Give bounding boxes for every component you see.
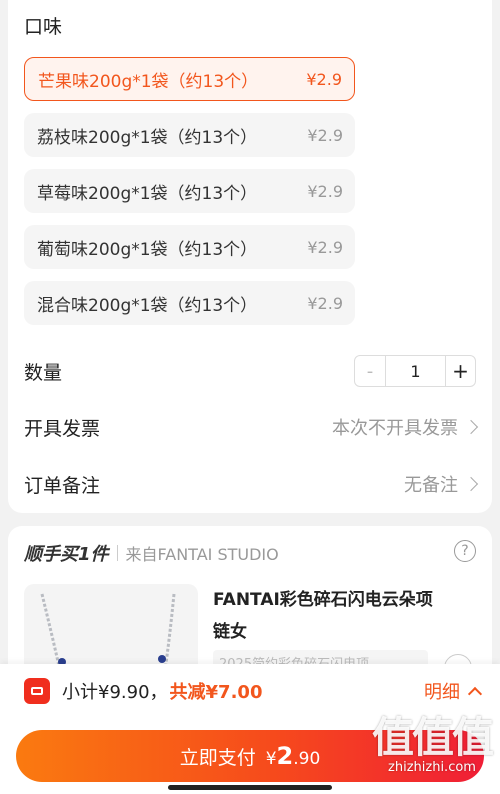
flavor-option-name: 葡萄味200g*1袋（约13个） [37,239,258,260]
home-indicator[interactable] [168,785,332,790]
order-summary: 小计¥9.90， 共减¥7.00 [24,678,262,704]
quantity-row: 数量 - 1 + [24,351,476,391]
addon-title: 顺手买1件 [24,544,109,565]
quantity-stepper: - 1 + [354,355,476,387]
divider [116,545,118,561]
invoice-value: 本次不开具发票 [332,418,458,439]
chevron-right-icon [463,419,479,435]
flavor-option-price: ¥2.9 [307,181,343,201]
order-note-label: 订单备注 [24,474,101,497]
flavor-option-price: ¥2.9 [306,69,342,89]
chevron-up-icon [467,686,483,702]
quantity-label: 数量 [24,361,63,384]
flavor-option-grape[interactable]: 葡萄味200g*1袋（约13个） ¥2.9 [24,225,355,269]
flavor-option-price: ¥2.9 [307,237,343,257]
pay-amount: ¥2.90 [265,742,321,770]
flavor-option-name: 草莓味200g*1袋（约13个） [37,183,258,204]
site-watermark: 值值值 zhizhizhi.com [371,713,494,776]
order-options-card: 口味 芒果味200g*1袋（约13个） ¥2.9 荔枝味200g*1袋（约13个… [8,0,492,513]
decrease-button[interactable]: - [355,356,385,386]
detail-toggle[interactable]: 明细 [424,678,483,704]
pay-label: 立即支付 [179,746,256,769]
addon-source: 来自FANTAI STUDIO [125,545,279,564]
flavor-option-price: ¥2.9 [307,125,343,145]
flavor-option-name: 芒果味200g*1袋（约13个） [38,71,259,92]
help-icon[interactable]: ? [454,540,476,562]
flavor-option-name: 荔枝味200g*1袋（约13个） [37,127,258,148]
flavor-option-name: 混合味200g*1袋（约13个） [37,295,258,316]
order-note-row[interactable]: 订单备注 无备注 [24,464,479,504]
watermark-logo: 值值值 [371,713,494,762]
flavor-option-mixed[interactable]: 混合味200g*1袋（约13个） ¥2.9 [24,281,355,325]
flavor-option-lychee[interactable]: 荔枝味200g*1袋（约13个） ¥2.9 [24,113,355,157]
discount-text: 共减¥7.00 [169,682,263,703]
subtotal-text: 小计¥9.90， [62,682,168,703]
flavor-label: 口味 [24,16,63,38]
flavor-option-strawberry[interactable]: 草莓味200g*1袋（约13个） ¥2.9 [24,169,355,213]
chevron-right-icon [463,476,479,492]
watermark-url: zhizhizhi.com [388,760,476,775]
flavor-option-mango[interactable]: 芒果味200g*1袋（约13个） ¥2.9 [24,57,355,101]
invoice-row[interactable]: 开具发票 本次不开具发票 [24,407,479,447]
quantity-input[interactable]: 1 [385,356,445,386]
increase-button[interactable]: + [445,356,475,386]
coupon-icon [24,678,50,704]
invoice-label: 开具发票 [24,417,101,440]
flavor-option-price: ¥2.9 [307,293,343,313]
product-title[interactable]: FANTAI彩色碎石闪电云朵项链女 [213,584,443,648]
detail-label: 明细 [424,682,460,703]
addon-header: 顺手买1件 来自FANTAI STUDIO [24,540,279,566]
order-note-value: 无备注 [404,475,458,496]
